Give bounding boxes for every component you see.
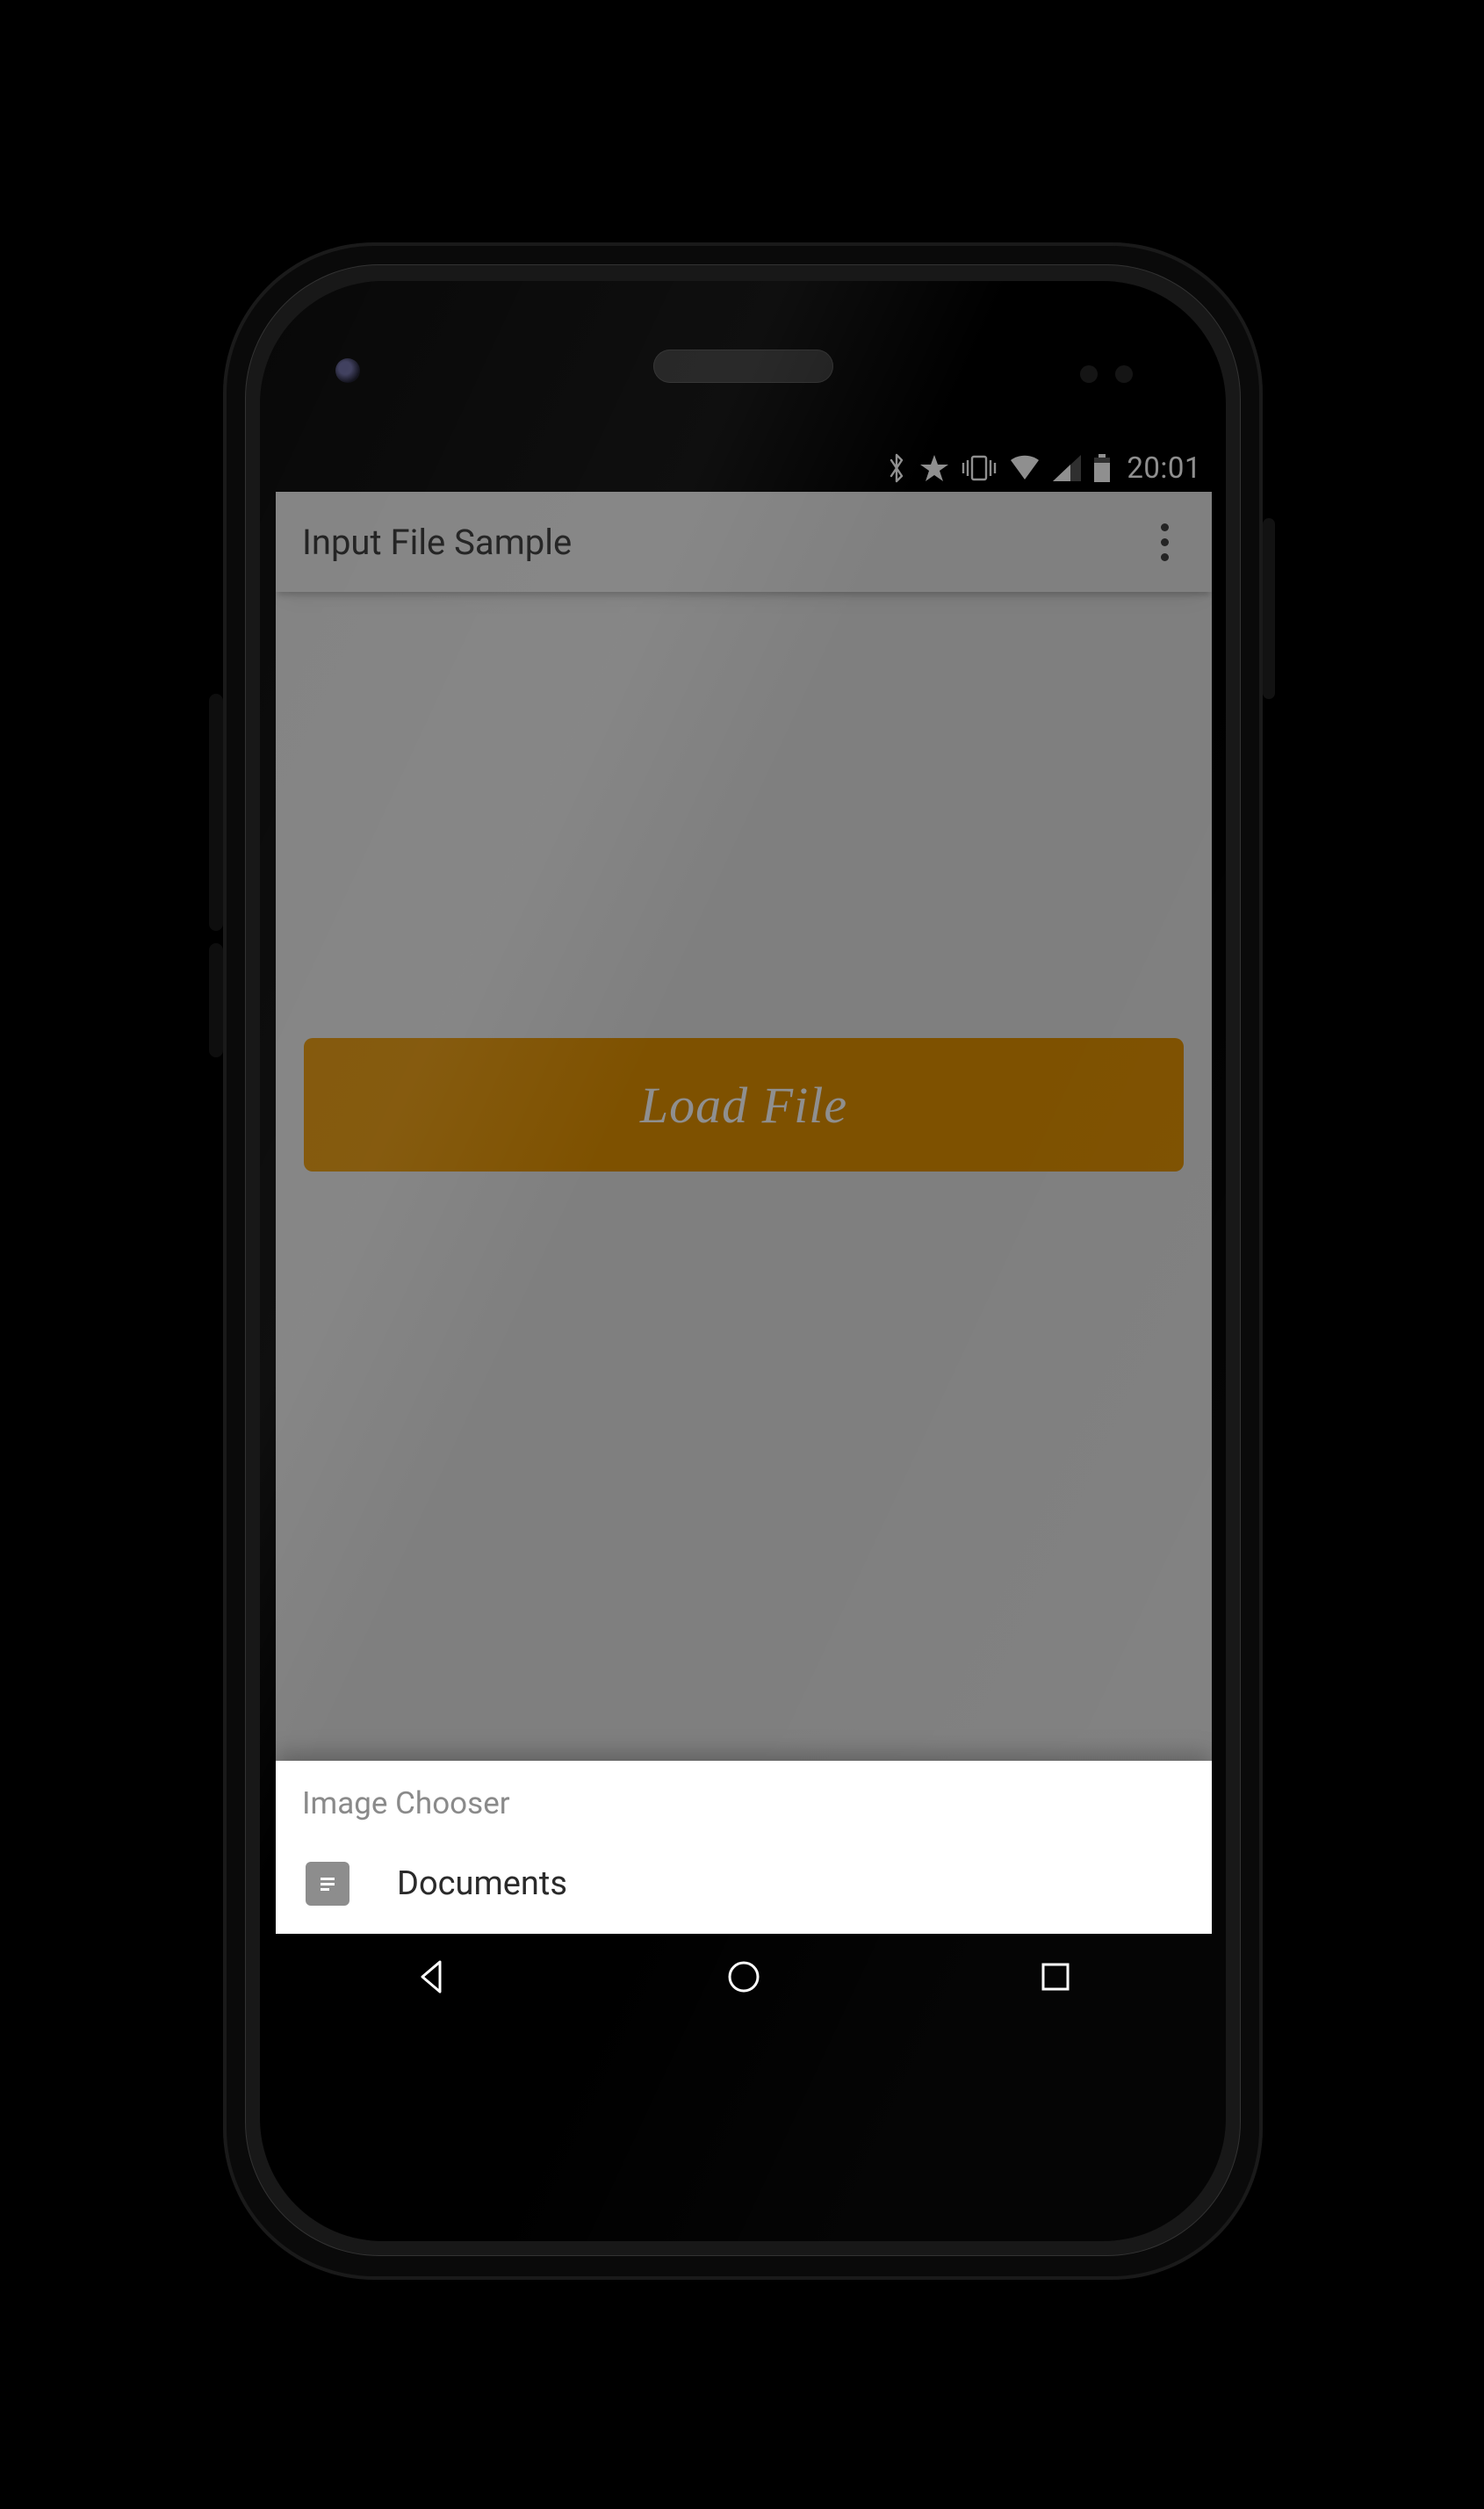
wifi-icon — [1009, 455, 1041, 481]
power-button — [1263, 518, 1275, 699]
earpiece-speaker — [653, 350, 833, 383]
stage: 20:01 Input File Sample Load File Image … — [0, 0, 1484, 2509]
chooser-title: Image Chooser — [302, 1785, 1185, 1821]
navigation-bar — [276, 1934, 1212, 2020]
back-icon — [412, 1957, 452, 1997]
nav-recents-button[interactable] — [985, 1934, 1126, 2020]
volume-button-2 — [209, 943, 223, 1057]
bluetooth-icon — [886, 452, 907, 484]
nav-back-button[interactable] — [362, 1934, 502, 2020]
recents-icon — [1035, 1957, 1076, 1997]
load-file-button[interactable]: Load File — [304, 1038, 1184, 1172]
chooser-item-documents[interactable]: Documents — [302, 1855, 1185, 1913]
signal-icon — [1053, 455, 1081, 481]
screen: 20:01 Input File Sample Load File Image … — [276, 444, 1212, 2020]
load-file-button-label: Load File — [640, 1076, 847, 1135]
app-title: Input File Sample — [302, 522, 1143, 563]
document-icon — [306, 1862, 349, 1906]
image-chooser-sheet: Image Chooser Documents — [276, 1761, 1212, 1934]
vibrate-icon — [962, 455, 997, 481]
proximity-sensor-2 — [1115, 365, 1133, 383]
volume-button-1 — [209, 694, 223, 931]
chooser-item-label: Documents — [397, 1864, 567, 1903]
battery-icon — [1093, 454, 1111, 482]
status-clock: 20:01 — [1127, 454, 1201, 483]
front-camera — [335, 358, 360, 383]
proximity-sensor-1 — [1080, 365, 1098, 383]
status-icons — [886, 452, 1111, 484]
content-area: Load File — [276, 592, 1212, 1934]
nav-home-button[interactable] — [674, 1934, 814, 2020]
app-bar: Input File Sample — [276, 492, 1212, 592]
star-icon — [919, 453, 949, 483]
overflow-menu-button[interactable] — [1143, 521, 1185, 563]
home-icon — [724, 1957, 764, 1997]
more-vert-icon — [1161, 520, 1169, 565]
status-bar: 20:01 — [276, 444, 1212, 492]
